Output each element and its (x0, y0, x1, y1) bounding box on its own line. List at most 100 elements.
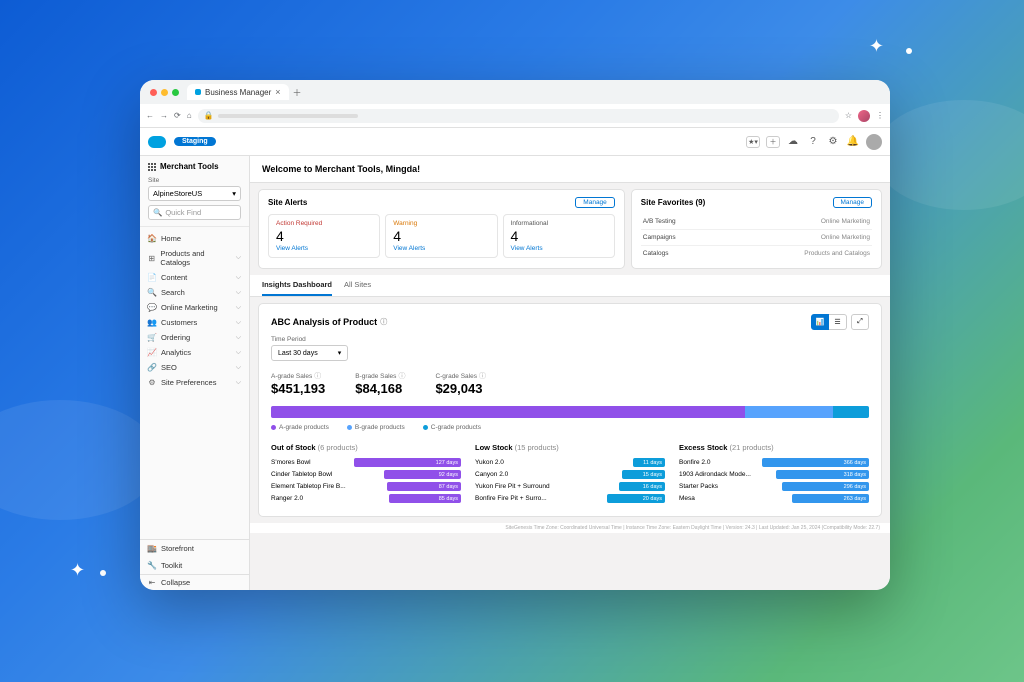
view-alerts-link[interactable]: View Alerts (393, 245, 489, 252)
stock-item[interactable]: Starter Packs296 days (679, 482, 869, 491)
sidebar-item-online-marketing[interactable]: 💬Online Marketing⌵ (140, 300, 249, 315)
sidebar-item-seo[interactable]: 🔗SEO⌵ (140, 360, 249, 375)
card-title: Site Alerts (268, 198, 307, 207)
alert-count: 4 (511, 228, 607, 244)
expand-button[interactable]: ⤢ (851, 314, 869, 330)
minimize-window-icon[interactable] (161, 89, 168, 96)
stock-days-bar: 318 days (776, 470, 869, 479)
forward-button[interactable]: → (160, 111, 168, 120)
stock-days-bar: 127 days (354, 458, 461, 467)
bookmark-icon[interactable]: ☆ (845, 111, 852, 120)
abc-analysis-panel: ABC Analysis of Product ⓘ 📊 ☰ ⤢ Time Per… (258, 303, 882, 517)
info-icon[interactable]: ⓘ (314, 371, 321, 381)
user-avatar[interactable] (866, 134, 882, 150)
stock-days-bar: 11 days (633, 458, 665, 467)
sidebar-item-products-and-catalogs[interactable]: ⊞Products and Catalogs⌵ (140, 246, 249, 270)
sidebar-item-content[interactable]: 📄Content⌵ (140, 270, 249, 285)
quick-find-input[interactable]: 🔍 Quick Find (148, 205, 241, 220)
a-grade-segment (271, 406, 745, 418)
stock-item[interactable]: 1903 Adirondack Mode...318 days (679, 470, 869, 479)
favorite-row[interactable]: Campaigns Online Marketing (641, 230, 872, 246)
stock-item[interactable]: Bonfire 2.0366 days (679, 458, 869, 467)
legend-item: B-grade products (347, 424, 405, 431)
grade-metric: C-grade Sales ⓘ$29,043 (435, 371, 486, 396)
help-icon[interactable]: ? (806, 135, 820, 149)
sidebar-item-ordering[interactable]: 🛒Ordering⌵ (140, 330, 249, 345)
notifications-icon[interactable]: 🔔 (846, 135, 860, 149)
tab-insights-dashboard[interactable]: Insights Dashboard (262, 275, 332, 296)
site-selector[interactable]: AlpineStoreUS ▾ (148, 186, 241, 201)
chevron-down-icon: ⌵ (236, 274, 241, 282)
stock-item[interactable]: Mesa263 days (679, 494, 869, 503)
sidebar-item-toolkit[interactable]: 🔧Toolkit (140, 557, 249, 574)
nav-icon: ⊞ (148, 254, 155, 263)
browser-menu-icon[interactable]: ⋮ (876, 111, 884, 120)
sidebar-item-customers[interactable]: 👥Customers⌵ (140, 315, 249, 330)
favorite-category: Online Marketing (821, 234, 870, 241)
sidebar-item-search[interactable]: 🔍Search⌵ (140, 285, 249, 300)
favorite-row[interactable]: Catalogs Products and Catalogs (641, 246, 872, 261)
nav-icon: 📄 (148, 273, 156, 282)
grade-metric: A-grade Sales ⓘ$451,193 (271, 371, 325, 396)
info-icon[interactable]: ⓘ (398, 371, 405, 381)
view-alerts-link[interactable]: View Alerts (276, 245, 372, 252)
legend-item: A-grade products (271, 424, 329, 431)
close-window-icon[interactable] (150, 89, 157, 96)
nav-icon: 🔍 (148, 288, 156, 297)
grade-value: $451,193 (271, 381, 325, 396)
new-tab-button[interactable]: ＋ (293, 86, 302, 99)
favorites-icon[interactable]: ★▾ (746, 136, 760, 148)
add-icon[interactable]: ＋ (766, 136, 780, 148)
browser-profile-avatar[interactable] (858, 110, 870, 122)
reload-button[interactable]: ⟳ (174, 111, 181, 120)
chevron-down-icon: ⌵ (236, 254, 241, 262)
time-period-select[interactable]: Last 30 days ▾ (271, 345, 348, 361)
stock-item[interactable]: Yukon Fire Pit + Surround16 days (475, 482, 665, 491)
legend-dot-icon (271, 425, 276, 430)
info-icon[interactable]: ⓘ (380, 317, 387, 327)
collapse-sidebar[interactable]: ⇤ Collapse (140, 574, 249, 590)
stock-item[interactable]: Canyon 2.015 days (475, 470, 665, 479)
stock-item[interactable]: Bonfire Fire Pit + Surro...20 days (475, 494, 665, 503)
favorite-name: Catalogs (643, 250, 669, 257)
alert-box-req: Action Required4View Alerts (268, 214, 380, 258)
stock-item[interactable]: Ranger 2.085 days (271, 494, 461, 503)
manage-favorites-button[interactable]: Manage (833, 197, 873, 208)
sidebar: Merchant Tools Site AlpineStoreUS ▾ 🔍 Qu… (140, 156, 250, 590)
chart-view-button[interactable]: 📊 (811, 314, 829, 330)
favorite-row[interactable]: A/B TestingOnline Marketing (641, 214, 872, 230)
apps-grid-icon[interactable] (148, 163, 156, 171)
info-icon[interactable]: ⓘ (479, 371, 486, 381)
sidebar-item-storefront[interactable]: 🏬Storefront (140, 540, 249, 557)
stock-product-name: Mesa (679, 495, 757, 502)
cloud-icon[interactable]: ☁ (786, 135, 800, 149)
view-alerts-link[interactable]: View Alerts (511, 245, 607, 252)
stock-item[interactable]: Element Tabletop Fire B...87 days (271, 482, 461, 491)
tab-favicon (195, 89, 201, 95)
sidebar-item-analytics[interactable]: 📈Analytics⌵ (140, 345, 249, 360)
stock-item[interactable]: Cinder Tabletop Bowl92 days (271, 470, 461, 479)
manage-alerts-button[interactable]: Manage (575, 197, 615, 208)
maximize-window-icon[interactable] (172, 89, 179, 96)
stock-item[interactable]: S'mores Bowl127 days (271, 458, 461, 467)
stock-column-out-of-stock: Out of Stock (6 products) S'mores Bowl127… (271, 443, 461, 506)
favorite-name: Campaigns (643, 234, 676, 241)
settings-icon[interactable]: ⚙ (826, 135, 840, 149)
decoration-dot (100, 570, 106, 576)
home-button[interactable]: ⌂ (187, 111, 192, 120)
decoration-dot (906, 48, 912, 54)
tab-all-sites[interactable]: All Sites (344, 275, 371, 296)
stock-title: Out of Stock (6 products) (271, 443, 461, 452)
table-view-button[interactable]: ☰ (829, 314, 847, 330)
chevron-down-icon: ⌵ (236, 349, 241, 357)
address-bar[interactable]: 🔒 (198, 109, 839, 123)
back-button[interactable]: ← (146, 111, 154, 120)
close-tab-icon[interactable]: × (275, 87, 280, 97)
favorite-category: Products and Catalogs (804, 250, 870, 257)
grade-metric: B-grade Sales ⓘ$84,168 (355, 371, 405, 396)
sidebar-item-home[interactable]: 🏠Home (140, 231, 249, 246)
lock-icon: 🔒 (204, 111, 214, 120)
sidebar-item-site-preferences[interactable]: ⚙Site Preferences⌵ (140, 375, 249, 390)
stock-item[interactable]: Yukon 2.011 days (475, 458, 665, 467)
browser-tab[interactable]: Business Manager × (187, 84, 289, 100)
